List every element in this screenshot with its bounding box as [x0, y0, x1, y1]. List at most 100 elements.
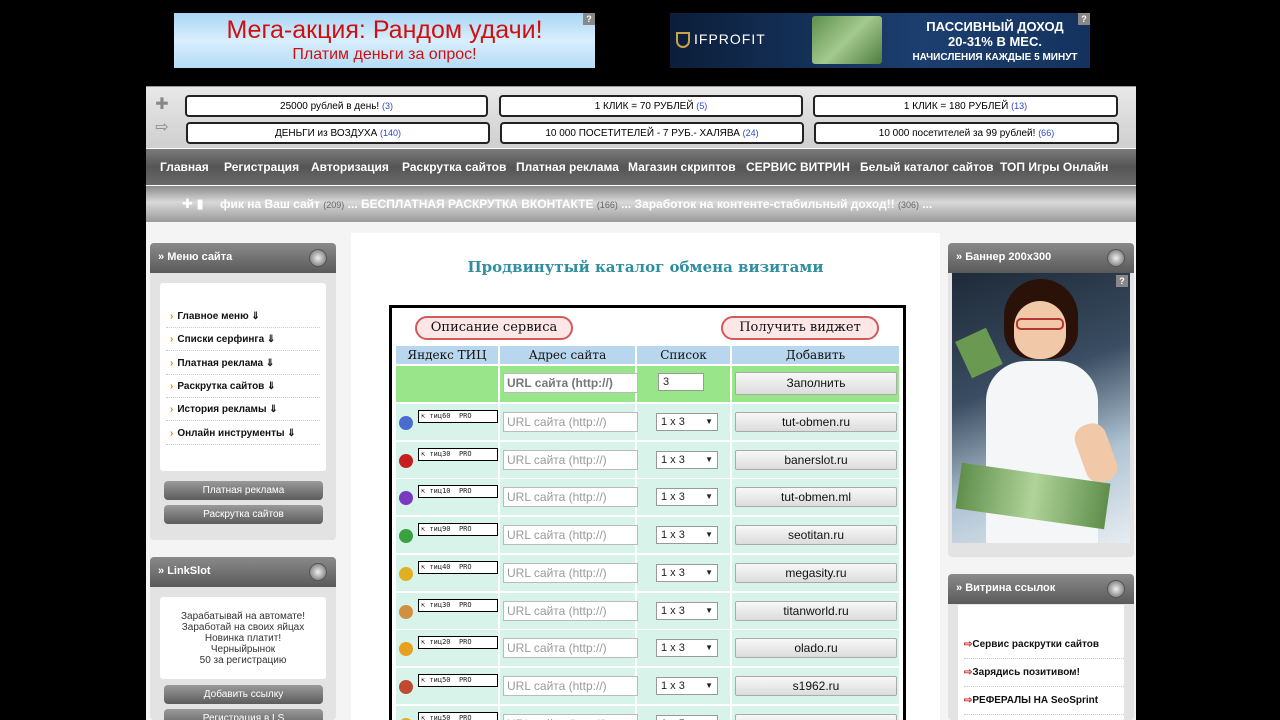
nav-login[interactable]: Авторизация	[311, 160, 389, 174]
block-header: » Витрина ссылок	[948, 574, 1134, 604]
add-site-button[interactable]: megasity.ru	[735, 562, 897, 583]
nav-site-promotion[interactable]: Раскрутка сайтов	[402, 160, 506, 174]
service-description-button[interactable]: Описание сервиса	[415, 316, 573, 340]
cell-divider	[498, 404, 500, 440]
add-link-button[interactable]: Добавить ссылку	[164, 685, 323, 704]
block-title: » Витрина ссылок	[956, 582, 1056, 594]
add-site-button[interactable]: titanworld.ru	[735, 600, 897, 621]
list-select[interactable]: 1 x 5▼	[656, 714, 718, 720]
link-button[interactable]: 1 КЛИК = 180 РУБЛЕЙ (13)	[813, 95, 1118, 117]
linkslot-ad[interactable]: Зарабатывай на автомате! Заработай на св…	[160, 597, 326, 679]
nav-white-catalog[interactable]: Белый каталог сайтов	[860, 160, 994, 174]
menu-item[interactable]: › Платная реклама ⇓	[166, 352, 320, 375]
help-icon[interactable]: ?	[1078, 13, 1090, 25]
vitrina-list: ⇨Сервис раскрутки сайтов ⇨Зарядись позит…	[958, 605, 1124, 720]
table-row: ⇱ тиц40 PRO URL сайта (http://) 1 x 3 ▼ mega…	[396, 554, 899, 591]
list-select[interactable]: 1 x 3 ▼	[656, 676, 718, 695]
list-select[interactable]: 1 x 3 ▼	[656, 563, 718, 582]
vitrina-item[interactable]: ⇨Сервис раскрутки сайтов	[964, 631, 1124, 659]
url-input[interactable]: URL сайта (http://)	[503, 675, 638, 696]
add-site-button[interactable]: olado.ru	[735, 638, 897, 659]
catalog-table: Описание сервиса Получить виджет Яндекс …	[389, 305, 906, 720]
list-select[interactable]: 1 x 3 ▼	[656, 413, 718, 431]
plus-icon[interactable]: ✚	[154, 97, 170, 113]
cell-divider	[730, 517, 732, 554]
add-site-button[interactable]: seotitan.ru	[735, 525, 897, 546]
linkslot-block: » LinkSlot Зарабатывай на автомате! Зара…	[150, 557, 336, 720]
nav-script-shop[interactable]: Магазин скриптов	[628, 160, 736, 174]
fill-url-input[interactable]: URL сайта (http://)	[503, 373, 638, 393]
url-input[interactable]: URL сайта (http://)	[503, 412, 638, 432]
menu-item[interactable]: › Раскрутка сайтов ⇓	[166, 375, 320, 398]
list-select[interactable]: 1 x 3 ▼	[656, 450, 718, 469]
header: Мега-акция: Рандом удачи! Платим деньги …	[146, 0, 1136, 86]
add-site-button[interactable]: tut-obmen.ml	[735, 487, 897, 508]
woman-face	[1014, 301, 1066, 359]
toggle-knob-icon[interactable]	[1107, 580, 1125, 598]
add-site-button[interactable]: banerslot.ru	[735, 449, 897, 470]
url-input[interactable]: URL сайта (http://)	[503, 713, 638, 720]
add-site-button[interactable]	[735, 713, 897, 720]
banner-left[interactable]: Мега-акция: Рандом удачи! Платим деньги …	[174, 13, 595, 68]
url-input[interactable]: URL сайта (http://)	[503, 525, 638, 546]
nav-showcase-service[interactable]: СЕРВИС ВИТРИН	[746, 160, 850, 174]
link-button[interactable]: 25000 рублей в день! (3)	[185, 95, 488, 117]
toggle-knob-icon[interactable]	[309, 563, 327, 581]
url-input[interactable]: URL сайта (http://)	[503, 449, 638, 470]
menu-item[interactable]: › Онлайн инструменты ⇓	[166, 422, 320, 445]
site-favicon-icon	[399, 679, 413, 694]
site-favicon-icon	[399, 529, 413, 544]
add-site-button[interactable]: tut-obmen.ru	[735, 412, 897, 432]
link-button[interactable]: 1 КЛИК = 70 РУБЛЕЙ (5)	[499, 95, 803, 117]
tic-badge: ⇱ тиц40 PRO	[418, 560, 498, 574]
banner-image[interactable]: ?	[952, 273, 1130, 543]
banner-right[interactable]: IFPROFIT ПАССИВНЫЙ ДОХОД 20-31% В МЕС. Н…	[670, 13, 1090, 68]
url-input[interactable]: URL сайта (http://)	[503, 638, 638, 659]
block-header: » Меню сайта	[150, 243, 336, 273]
vitrina-item[interactable]: ⇨Зарядись позитивом!	[964, 659, 1124, 687]
arrow-right-icon[interactable]: ⇨	[154, 120, 170, 136]
nav-home[interactable]: Главная	[160, 160, 209, 174]
ticker-text[interactable]: фик на Ваш сайт (209) ... БЕСПЛАТНАЯ РАС…	[220, 197, 932, 211]
cell-divider	[730, 441, 732, 478]
menu-item[interactable]: › Списки серфинга ⇓	[166, 328, 320, 351]
fill-count-input[interactable]: 3	[658, 373, 704, 391]
toggle-knob-icon[interactable]	[1107, 249, 1125, 267]
link-button[interactable]: 10 000 посетителей за 99 рублей! (66)	[814, 122, 1119, 144]
table-row: ⇱ тиц20 PRO URL сайта (http://) 1 x 3 ▼ olad…	[396, 630, 899, 667]
help-icon[interactable]: ?	[1116, 275, 1128, 287]
list-select[interactable]: 1 x 3 ▼	[656, 488, 718, 507]
money-image	[812, 16, 882, 64]
cell-divider	[498, 479, 500, 516]
help-icon[interactable]: ?	[583, 13, 595, 25]
menu-item[interactable]: › История рекламы ⇓	[166, 398, 320, 421]
site-favicon-icon	[399, 491, 413, 506]
toggle-knob-icon[interactable]	[309, 249, 327, 267]
logo-text: IFPROFIT	[694, 31, 766, 47]
ls-register-button[interactable]: Регистрация в LS	[164, 709, 323, 720]
get-widget-button[interactable]: Получить виджет	[721, 316, 879, 340]
menu-item[interactable]: › Главное меню ⇓	[166, 305, 320, 328]
site-favicon-icon	[399, 566, 413, 581]
url-input[interactable]: URL сайта (http://)	[503, 562, 638, 583]
ticker-icons[interactable]: ✚ ▮	[182, 196, 204, 212]
url-input[interactable]: URL сайта (http://)	[503, 600, 638, 621]
paid-ads-button[interactable]: Платная реклама	[164, 481, 323, 500]
nav-registration[interactable]: Регистрация	[224, 160, 299, 174]
link-button[interactable]: 10 000 ПОСЕТИТЕЛЕЙ - 7 РУБ.- ХАЛЯВА (24)	[500, 122, 804, 144]
list-select[interactable]: 1 x 3 ▼	[656, 601, 718, 620]
table-row: ⇱ тиц30 PRO URL сайта (http://) 1 x 3 ▼ bane…	[396, 441, 899, 478]
list-select[interactable]: 1 x 3 ▼	[656, 639, 718, 658]
nav-paid-ads[interactable]: Платная реклама	[516, 160, 619, 174]
fill-button[interactable]: Заполнить	[735, 372, 897, 395]
list-select[interactable]: 1 x 3 ▼	[656, 526, 718, 545]
add-site-button[interactable]: s1962.ru	[735, 675, 897, 696]
url-input[interactable]: URL сайта (http://)	[503, 487, 638, 508]
nav-top-games[interactable]: ТОП Игры Онлайн	[1000, 160, 1108, 174]
link-button[interactable]: ДЕНЬГИ из ВОЗДУХА (140)	[186, 122, 490, 144]
table-row: ⇱ тиц90 PRO URL сайта (http://) 1 x 3 ▼ seot…	[396, 517, 899, 554]
site-favicon-icon	[399, 642, 413, 657]
banner-right-line2: 20-31% В МЕС.	[948, 34, 1042, 49]
site-promotion-button[interactable]: Раскрутка сайтов	[164, 505, 323, 524]
vitrina-item[interactable]: ⇨РЕФЕРАЛЫ НА SeoSprint	[964, 687, 1124, 715]
